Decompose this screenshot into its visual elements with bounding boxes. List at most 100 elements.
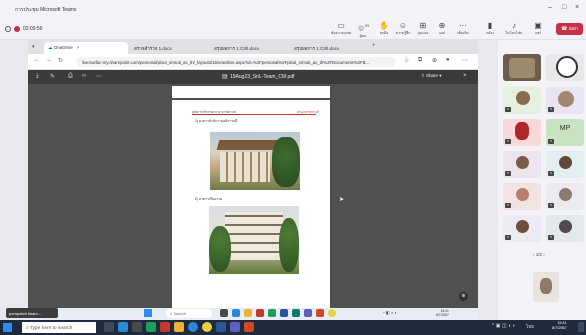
taskbar-search-input[interactable]: ⌕ Type here to search	[22, 322, 96, 333]
taskbar-clock[interactable]: 15:41 8/7/2567	[552, 321, 567, 331]
windows-start-icon[interactable]	[3, 323, 12, 332]
participant-tile[interactable]: ✕	[503, 119, 541, 146]
browser-menu-icon[interactable]: ⋯	[462, 57, 468, 64]
react-icon: ☺	[398, 21, 408, 30]
mic-muted-icon: ✕	[505, 139, 511, 144]
maximize-icon[interactable]: □	[562, 4, 566, 11]
close-tab-icon[interactable]: ×	[77, 45, 80, 50]
app-icon	[232, 309, 240, 317]
participant-tile[interactable]: ✕	[546, 215, 584, 242]
print-icon[interactable]: ⎙	[68, 73, 73, 80]
mic-muted-icon: ✕	[548, 203, 554, 208]
participant-tile[interactable]: ✕	[546, 151, 584, 178]
chevron-right-icon[interactable]: ›	[542, 252, 545, 257]
code-icon[interactable]: ‹›	[82, 73, 86, 79]
mic-muted-icon: ✕	[548, 139, 554, 144]
status-icon	[5, 26, 11, 32]
people-button[interactable]: ☺59 ผู้คน	[352, 21, 374, 39]
tab-doc-1[interactable]: ตรวจสำรวจ 1.docx	[130, 42, 208, 54]
participant-tile[interactable]: ✕	[503, 87, 541, 114]
minimize-icon[interactable]: –	[548, 4, 552, 11]
annotate-icon[interactable]: ✎	[50, 73, 55, 80]
mic-icon: ♪	[512, 21, 516, 30]
window-title: การประชุม Microsoft Teams	[15, 7, 77, 13]
tab-doc-3[interactable]: สรุปผลการ 1.Ctrlt.docx	[290, 42, 368, 54]
more-button[interactable]: ⋯ เพิ่มเติม	[452, 21, 474, 39]
teams-icon[interactable]	[230, 322, 240, 332]
folder-icon[interactable]	[174, 322, 184, 332]
app-icon	[268, 309, 276, 317]
participant-tile[interactable]: ✕	[546, 183, 584, 210]
share-button[interactable]: ▣ แชร์	[527, 21, 549, 39]
new-tab-icon[interactable]: +	[372, 43, 376, 49]
mic-button[interactable]: ♪ ไมโครโฟน	[503, 21, 525, 39]
task-view-icon[interactable]	[104, 322, 114, 332]
meeting-timer: 02:09:56	[23, 26, 43, 32]
word-icon[interactable]	[216, 322, 226, 332]
system-tray-icons[interactable]: ^ ▣ ◫ ◖ ◗	[492, 323, 515, 329]
apps-button[interactable]: ⊕ แอป	[431, 21, 453, 39]
teams-title-bar	[0, 0, 586, 18]
people-icon: ☺59	[356, 23, 370, 33]
forward-icon[interactable]: →	[46, 57, 52, 63]
chat-button[interactable]: ▭ ข้อความแชท	[330, 21, 352, 39]
participant-tile[interactable]: ✕	[503, 151, 541, 178]
close-icon[interactable]: ×	[575, 4, 579, 11]
app-icon[interactable]	[118, 322, 128, 332]
tab-onedrive[interactable]: ☁ OneDrive ×	[44, 42, 128, 54]
address-bar[interactable]: livemutfac-my.sharepoint.com/personal/pi…	[76, 57, 396, 67]
recording-icon	[14, 26, 20, 32]
mic-muted-icon: ✕	[548, 171, 554, 176]
back-icon[interactable]: ←	[34, 57, 40, 63]
extensions-icon[interactable]: ⧉	[418, 57, 422, 64]
participant-tile[interactable]	[546, 54, 584, 81]
more-options-icon[interactable]: ⋯	[96, 73, 102, 80]
folder-icon	[244, 309, 252, 317]
chrome-icon[interactable]	[202, 322, 212, 332]
app-icon[interactable]	[132, 322, 142, 332]
download-icon[interactable]: ⤓	[36, 73, 39, 80]
phone-icon: ☎	[561, 26, 569, 32]
camera-icon: ▮	[487, 21, 493, 30]
edge-icon	[292, 309, 300, 317]
participant-tile[interactable]	[503, 54, 541, 81]
shared-taskbar	[28, 308, 478, 320]
gallery-pager[interactable]: ‹ 1/2 ›	[533, 252, 545, 257]
word-icon	[280, 309, 288, 317]
chrome-icon	[328, 309, 336, 317]
mouse-cursor-icon: ➤	[339, 197, 345, 203]
tab-actions-icon[interactable]: ▾	[32, 44, 35, 50]
pdf-zoom-icon[interactable]: ⊕	[459, 292, 468, 301]
favorite-icon[interactable]: ☆	[404, 57, 409, 64]
doc-caption-1: 1) อาคารสำนักงานอธิการบดี	[195, 119, 238, 123]
participant-tile[interactable]: MP ✕	[546, 119, 584, 146]
notification-icon[interactable]	[578, 322, 584, 332]
participant-initials: MP	[559, 125, 571, 132]
apps-icon: ⊕	[438, 21, 446, 30]
profile-icon[interactable]: ●	[446, 57, 450, 63]
doc-header-rule	[192, 114, 316, 115]
pdf-close-icon[interactable]: ×	[463, 73, 467, 79]
building-photo-1	[210, 132, 300, 190]
leave-button[interactable]: ☎ ออก	[556, 23, 583, 35]
participant-tile[interactable]: ✕	[503, 183, 541, 210]
powerpoint-icon[interactable]	[244, 322, 254, 332]
self-view-tile[interactable]	[533, 272, 559, 302]
app-icon[interactable]	[146, 322, 156, 332]
tab-doc-2[interactable]: สรุปผลการ 1.Ctrlt.docx	[210, 42, 288, 54]
app-icon[interactable]	[160, 322, 170, 332]
mic-muted-icon: ✕	[505, 235, 511, 240]
participant-tile[interactable]: ✕	[503, 215, 541, 242]
react-button[interactable]: ☺ ความรู้สึก	[392, 21, 414, 39]
refresh-icon[interactable]: ↻	[58, 57, 63, 64]
chat-icon: ▭	[337, 21, 345, 30]
doc-caption-2: 2) อาคารเรียนรวม	[195, 197, 223, 201]
shared-search-box: ⌕ Search	[166, 309, 212, 318]
collections-icon[interactable]: ⊕	[432, 57, 437, 64]
presenter-label: pornpatch kham...	[6, 308, 58, 318]
edge-icon[interactable]	[188, 322, 198, 332]
language-indicator[interactable]: ไทย	[526, 323, 534, 330]
camera-button[interactable]: ▮ กล้อง	[479, 21, 501, 39]
pdf-share-button[interactable]: ⇪ Share ▾	[421, 73, 442, 79]
participant-tile[interactable]: ✕	[546, 87, 584, 114]
